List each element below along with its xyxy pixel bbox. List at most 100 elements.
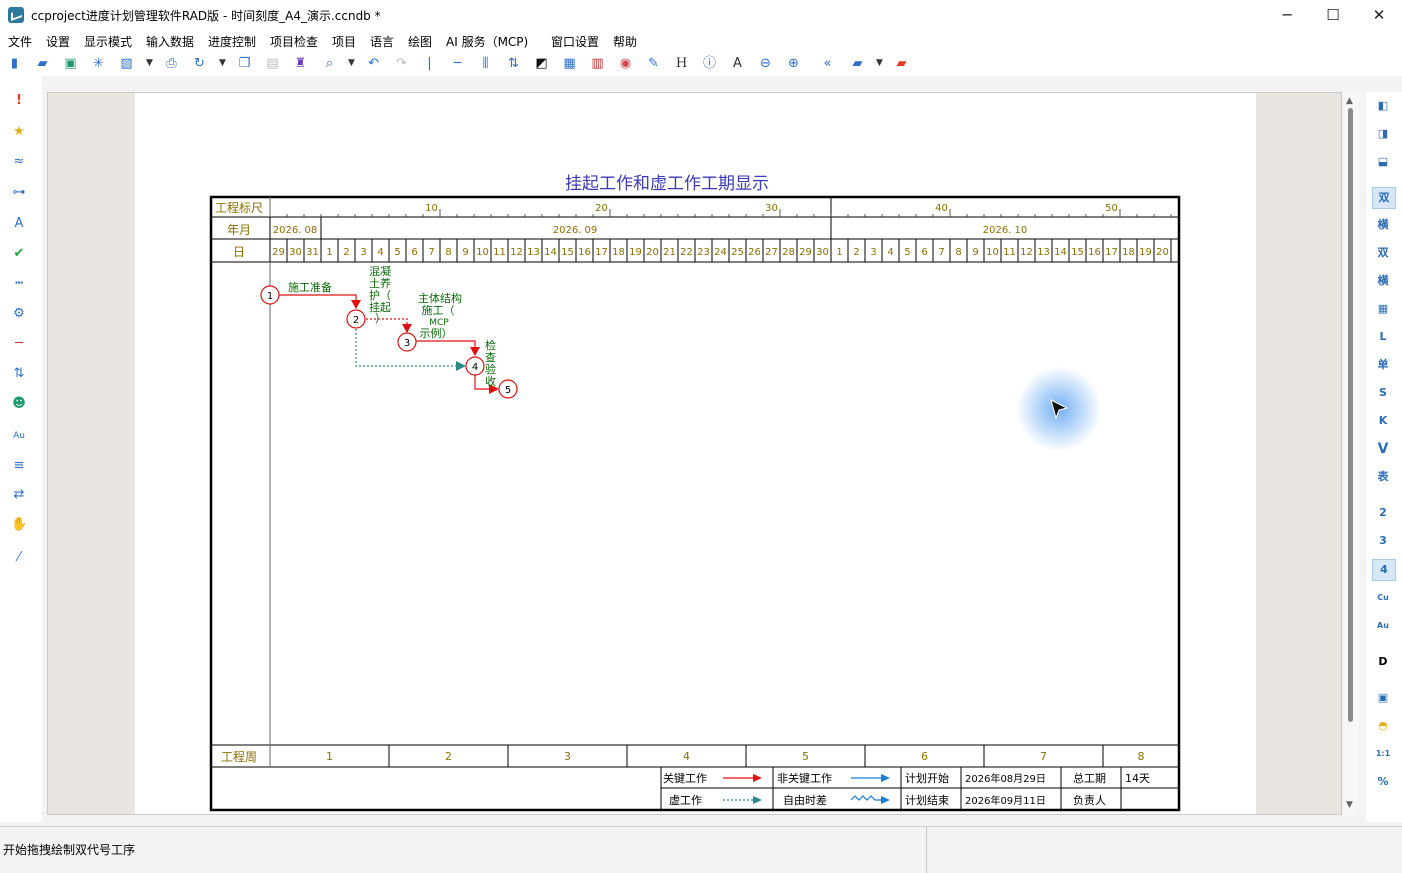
- task-2-dummy-arrow[interactable]: [366, 318, 408, 331]
- copy-icon[interactable]: ❐: [237, 56, 252, 71]
- maximize-button[interactable]: ☐: [1310, 0, 1356, 30]
- edit-icon[interactable]: ✎: [646, 56, 661, 71]
- scroll-up-icon[interactable]: ▲: [1346, 96, 1353, 106]
- menu-drawing[interactable]: 绘图: [408, 33, 432, 50]
- format-painter-icon[interactable]: ♜: [293, 56, 308, 71]
- heading-icon[interactable]: H: [674, 56, 689, 71]
- columns-icon[interactable]: ⫼: [478, 56, 493, 71]
- info-icon[interactable]: ⓘ: [702, 56, 717, 71]
- panel-bottom-icon[interactable]: ⬓: [1372, 152, 1394, 172]
- collapse-icon[interactable]: «: [820, 56, 835, 71]
- d-button[interactable]: D: [1372, 652, 1394, 672]
- panel-right-icon[interactable]: ◨: [1372, 124, 1394, 144]
- close-button[interactable]: ✕: [1356, 0, 1402, 30]
- open-folder-icon[interactable]: ▰: [35, 56, 50, 71]
- check-icon[interactable]: ✔: [11, 246, 27, 262]
- redo-icon[interactable]: ↷: [394, 56, 409, 71]
- new-file-icon[interactable]: ▮: [7, 56, 22, 71]
- panel-left-icon[interactable]: ◧: [1372, 96, 1394, 116]
- filter-icon[interactable]: ≡: [11, 458, 27, 474]
- paste-icon[interactable]: ▤: [265, 56, 280, 71]
- horizontal-button[interactable]: 横: [1372, 215, 1394, 235]
- users-icon[interactable]: ☻: [11, 396, 27, 412]
- document-delete-icon[interactable]: ▥: [590, 56, 605, 71]
- minus-icon[interactable]: ─: [11, 336, 27, 352]
- hand-icon[interactable]: ✋: [11, 517, 27, 533]
- font-icon[interactable]: A: [11, 216, 27, 232]
- chevron-down-icon[interactable]: ▼: [142, 56, 157, 71]
- grid-icon[interactable]: ▦: [1372, 299, 1394, 319]
- wand-icon[interactable]: ⁄: [11, 550, 27, 566]
- network-chart[interactable]: 挂起工作和虚工作工期显示 工程标尺 年月 日 工程周 10 20 30 40 50 20…: [135, 93, 1256, 815]
- folder-icon[interactable]: ▰: [850, 56, 865, 71]
- dotted-line-icon[interactable]: ┅: [11, 276, 27, 292]
- percent-button[interactable]: %: [1372, 772, 1394, 792]
- scrollbar-thumb[interactable]: [1348, 108, 1353, 722]
- chevron-down-icon[interactable]: ▼: [215, 56, 230, 71]
- menu-window-settings[interactable]: 窗口设置: [551, 33, 599, 50]
- exclamation-icon[interactable]: !: [11, 93, 27, 109]
- double-code-green-button[interactable]: 双: [1372, 243, 1394, 263]
- contrast-icon[interactable]: ◩: [534, 56, 549, 71]
- gear-icon[interactable]: ⚙: [11, 306, 27, 322]
- level-4-button[interactable]: 4: [1372, 559, 1396, 581]
- menu-help[interactable]: 帮助: [613, 33, 637, 50]
- horizontal-green-button[interactable]: 横: [1372, 271, 1394, 291]
- chevron-down-icon[interactable]: ▼: [872, 56, 887, 71]
- l-button[interactable]: L: [1372, 327, 1394, 347]
- horizontal-line-icon[interactable]: ─: [450, 56, 465, 71]
- level-3-button[interactable]: 3: [1372, 531, 1394, 551]
- star-icon[interactable]: ★: [11, 124, 27, 140]
- save-icon[interactable]: ▣: [63, 56, 78, 71]
- wave-icon[interactable]: ≈: [11, 154, 27, 170]
- level-2-button[interactable]: 2: [1372, 503, 1394, 523]
- sort-list-icon[interactable]: ⇅: [11, 366, 27, 382]
- task-1-arrow[interactable]: [279, 294, 357, 307]
- layout-icon[interactable]: ▦: [562, 56, 577, 71]
- asterisk-icon[interactable]: ✳: [91, 56, 106, 71]
- zoom-out-icon[interactable]: ⊖: [758, 56, 773, 71]
- day-label: 6: [411, 247, 417, 258]
- swap-icon[interactable]: ⇄: [11, 487, 27, 503]
- comment-icon[interactable]: ◓: [1372, 716, 1394, 736]
- table-button[interactable]: 表: [1372, 467, 1394, 487]
- menu-ai-service[interactable]: AI 服务（MCP): [446, 33, 528, 50]
- menu-input-data[interactable]: 输入数据: [146, 33, 194, 50]
- menu-project[interactable]: 项目: [332, 33, 356, 50]
- au-icon[interactable]: Au: [11, 428, 27, 444]
- task-3-arrow[interactable]: [416, 340, 476, 354]
- menu-settings[interactable]: 设置: [46, 33, 70, 50]
- palette-icon[interactable]: ◉: [618, 56, 633, 71]
- key-icon[interactable]: ⊶: [11, 185, 27, 201]
- v-button[interactable]: V: [1372, 439, 1394, 459]
- search-icon[interactable]: ⌕: [322, 56, 337, 71]
- print-icon[interactable]: ⎙: [164, 56, 179, 71]
- zoom-in-icon[interactable]: ⊕: [786, 56, 801, 71]
- drawing-canvas[interactable]: 挂起工作和虚工作工期显示 工程标尺 年月 日 工程周 10 20 30 40 50 20…: [47, 92, 1342, 815]
- double-code-button[interactable]: 双: [1372, 187, 1396, 209]
- vertical-line-icon[interactable]: |: [422, 56, 437, 71]
- vertical-scrollbar[interactable]: ▲ ▼: [1343, 92, 1359, 815]
- menu-file[interactable]: 文件: [8, 33, 32, 50]
- menu-project-check[interactable]: 项目检查: [270, 33, 318, 50]
- minimize-button[interactable]: ─: [1264, 0, 1310, 30]
- image-export-icon[interactable]: ▨: [119, 56, 134, 71]
- cu-button[interactable]: Cu: [1372, 588, 1394, 608]
- menu-display-mode[interactable]: 显示模式: [84, 33, 132, 50]
- print-page[interactable]: 挂起工作和虚工作工期显示 工程标尺 年月 日 工程周 10 20 30 40 50 20…: [135, 93, 1256, 815]
- menu-progress-control[interactable]: 进度控制: [208, 33, 256, 50]
- sort-icon[interactable]: ⇅: [506, 56, 521, 71]
- red-folder-icon[interactable]: ▰: [894, 56, 909, 71]
- menu-language[interactable]: 语言: [370, 33, 394, 50]
- refresh-icon[interactable]: ↻: [192, 56, 207, 71]
- au-button[interactable]: Au: [1372, 616, 1394, 636]
- calculator-icon[interactable]: ▣: [1372, 688, 1394, 708]
- undo-icon[interactable]: ↶: [366, 56, 381, 71]
- ratio-button[interactable]: 1:1: [1372, 744, 1394, 764]
- s-button[interactable]: S: [1372, 383, 1394, 403]
- text-icon[interactable]: A: [730, 56, 745, 71]
- k-button[interactable]: K: [1372, 411, 1394, 431]
- chevron-down-icon[interactable]: ▼: [344, 56, 359, 71]
- scroll-down-icon[interactable]: ▼: [1346, 800, 1353, 810]
- single-button[interactable]: 单: [1372, 355, 1394, 375]
